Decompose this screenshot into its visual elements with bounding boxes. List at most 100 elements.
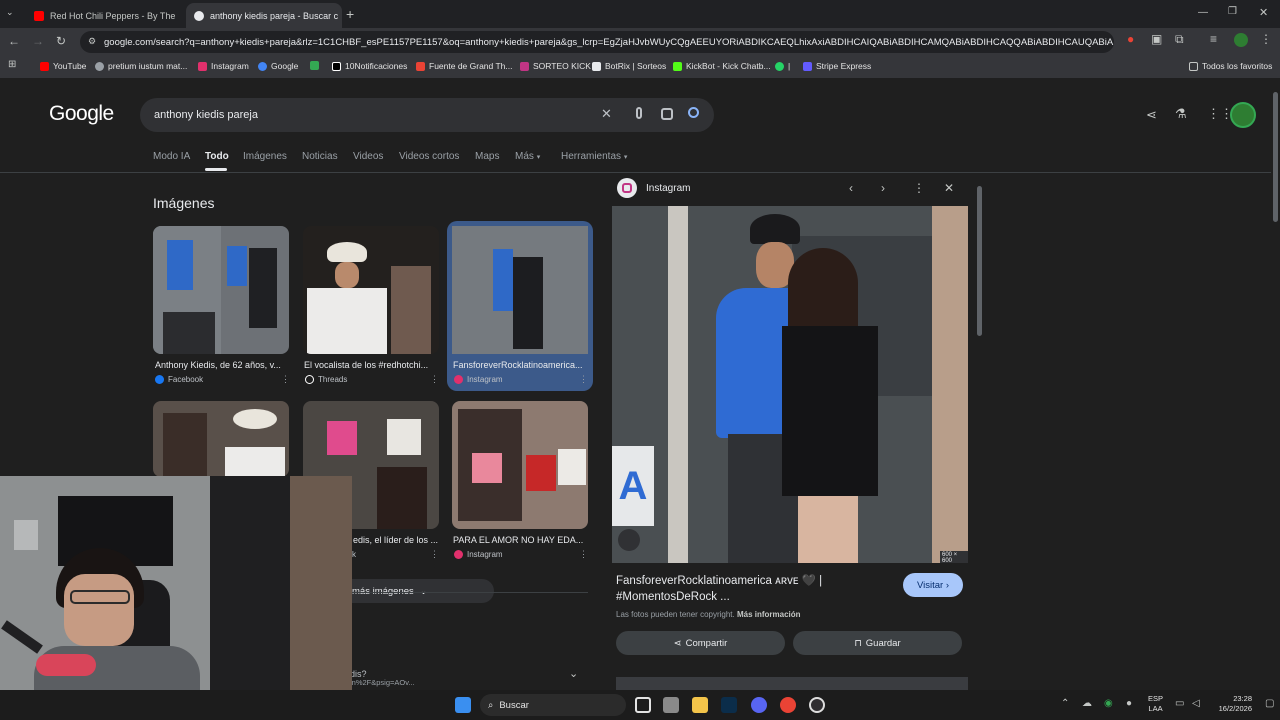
bookmark-instagram[interactable]: Instagram [198, 61, 249, 71]
bookmark-x-notificaciones[interactable]: 10Notificaciones [332, 61, 407, 71]
previous-icon[interactable]: ‹ [849, 181, 853, 195]
bookmark-unnamed[interactable] [310, 61, 319, 70]
obs-icon[interactable] [809, 697, 825, 713]
result-source[interactable]: Facebook [155, 375, 203, 384]
image-result-6[interactable] [452, 401, 588, 529]
profile-avatar[interactable] [1234, 33, 1248, 47]
apps-grid-icon[interactable]: ⊞ [8, 59, 16, 70]
network-icon[interactable]: ▭ [1175, 698, 1184, 709]
bookmark-kickbot[interactable]: KickBot - Kick Chatb... [673, 61, 771, 71]
tab-search-icon[interactable]: ⌄ [6, 7, 14, 18]
result-source[interactable]: Threads [305, 375, 347, 384]
photoshop-icon[interactable] [721, 697, 737, 713]
result-source[interactable]: k [352, 550, 356, 559]
more-images-button[interactable]: más imágenes ⌄ [340, 579, 494, 603]
result-source[interactable]: Instagram [454, 550, 503, 559]
media-controls-icon[interactable]: ≡ [1210, 32, 1217, 46]
bookmark-whatsapp[interactable]: | [775, 61, 790, 71]
result-source[interactable]: Instagram [454, 375, 503, 384]
more-options-icon[interactable]: ⋮ [430, 374, 439, 385]
tab-modo-ia[interactable]: Modo IA [153, 151, 190, 162]
tray-app-icon[interactable]: ◉ [1104, 698, 1113, 709]
more-options-icon[interactable]: ⋮ [579, 549, 588, 560]
result-caption[interactable]: PARA EL AMOR NO HAY EDA... [453, 535, 589, 545]
more-options-icon[interactable]: ⋮ [913, 181, 925, 195]
notifications-icon[interactable]: ▢ [1265, 698, 1274, 709]
result-caption[interactable]: Anthony Kiedis, de 62 años, v... [155, 360, 291, 370]
tray-cloud-icon[interactable]: ☁ [1082, 698, 1092, 709]
save-button[interactable]: ⊓ Guardar [793, 631, 962, 655]
bookmark-botrix[interactable]: BotRix | Sorteos [592, 61, 666, 71]
next-icon[interactable]: › [881, 181, 885, 195]
search-input[interactable]: anthony kiedis pareja ✕ [140, 98, 714, 132]
language-indicator[interactable]: ESP LAA [1148, 694, 1163, 714]
extension-red-icon[interactable]: ● [1127, 32, 1134, 46]
taskbar-search[interactable]: ⌕ Buscar [480, 694, 626, 716]
more-options-icon[interactable]: ⋮ [281, 374, 290, 385]
bookmark-sorteo-kick[interactable]: SORTEO KICK [520, 61, 591, 71]
panel-scrollbar[interactable] [977, 186, 982, 336]
reload-icon[interactable]: ↻ [56, 34, 66, 48]
image-result-1[interactable] [153, 226, 289, 354]
bookmark-gta[interactable]: Fuente de Grand Th... [416, 61, 512, 71]
voice-search-icon[interactable] [636, 107, 642, 119]
extension-icon[interactable]: ▣ [1151, 32, 1162, 46]
share-icon[interactable]: ⋖ [1146, 107, 1157, 123]
app-icon[interactable] [663, 697, 679, 713]
close-tab-icon[interactable]: ✕ [181, 10, 182, 21]
lens-icon[interactable] [661, 108, 673, 120]
image-result-2[interactable] [303, 226, 439, 354]
tab-google-search[interactable]: anthony kiedis pareja - Buscar c ✕ [186, 3, 342, 28]
extensions-puzzle-icon[interactable]: ⧉ [1175, 32, 1184, 47]
google-logo[interactable]: Google [49, 102, 114, 126]
bookmark-pretium[interactable]: pretium iustum mat... [95, 61, 187, 71]
tab-noticias[interactable]: Noticias [302, 151, 338, 162]
restore-icon[interactable]: ❐ [1228, 6, 1237, 17]
volume-icon[interactable]: ◁ [1192, 698, 1200, 709]
bookmark-youtube[interactable]: YouTube [40, 61, 86, 71]
close-window-icon[interactable]: ✕ [1259, 6, 1268, 19]
windows-start-icon[interactable] [455, 697, 471, 713]
labs-flask-icon[interactable]: ⚗ [1175, 106, 1187, 122]
visit-button[interactable]: Visitar › [903, 573, 963, 597]
result-caption[interactable]: FansforeverRocklatinoamerica... [453, 360, 589, 370]
task-view-icon[interactable] [635, 697, 651, 713]
preview-image[interactable]: A 600 × 600 [612, 206, 968, 563]
image-result-4[interactable] [153, 401, 289, 477]
tab-maps[interactable]: Maps [475, 151, 499, 162]
page-scrollbar-thumb[interactable] [1273, 92, 1278, 222]
all-bookmarks-folder[interactable]: Todos los favoritos [1189, 61, 1272, 71]
new-tab-icon[interactable]: + [346, 6, 354, 22]
preview-title[interactable]: FansforeverRocklatinoamerica ᴀʀᴠᴇ 🖤 | #M… [616, 573, 896, 605]
more-info-link[interactable]: Más información [737, 610, 801, 619]
back-icon[interactable]: ← [8, 34, 20, 48]
expand-chevron-icon[interactable]: ⌄ [569, 667, 578, 680]
file-explorer-icon[interactable] [692, 697, 708, 713]
site-info-icon[interactable]: ⚙ [88, 36, 96, 47]
discord-icon[interactable] [751, 697, 767, 713]
search-icon[interactable] [688, 107, 699, 118]
result-caption[interactable]: edis, el líder de los ... [353, 535, 439, 545]
account-avatar[interactable] [1230, 102, 1256, 128]
bookmark-stripe[interactable]: Stripe Express [803, 61, 871, 71]
tab-mas[interactable]: Más ▾ [515, 151, 540, 162]
tab-videos-cortos[interactable]: Videos cortos [399, 151, 459, 162]
browser-menu-icon[interactable]: ⋮ [1260, 32, 1272, 46]
clock[interactable]: 23:28 16/2/2026 [1208, 694, 1252, 714]
share-button[interactable]: ⋖ Compartir [616, 631, 785, 655]
clear-icon[interactable]: ✕ [601, 106, 612, 122]
tab-imagenes[interactable]: Imágenes [243, 151, 287, 162]
tray-chevron-icon[interactable]: ⌃ [1061, 698, 1069, 709]
preview-source[interactable]: Instagram [646, 183, 690, 194]
address-bar[interactable]: ⚙ google.com/search?q=anthony+kiedis+par… [80, 31, 1114, 53]
result-caption[interactable]: El vocalista de los #redhotchi... [304, 360, 440, 370]
minimize-icon[interactable]: — [1198, 7, 1208, 18]
tab-todo[interactable]: Todo [205, 151, 229, 162]
chrome-icon[interactable] [780, 697, 796, 713]
more-options-icon[interactable]: ⋮ [430, 549, 439, 560]
tab-videos[interactable]: Videos [353, 151, 383, 162]
tab-youtube[interactable]: Red Hot Chili Peppers - By The ✕ [26, 3, 182, 28]
bookmark-google[interactable]: Google [258, 61, 298, 71]
more-options-icon[interactable]: ⋮ [579, 374, 588, 385]
tab-herramientas[interactable]: Herramientas ▾ [561, 151, 627, 162]
